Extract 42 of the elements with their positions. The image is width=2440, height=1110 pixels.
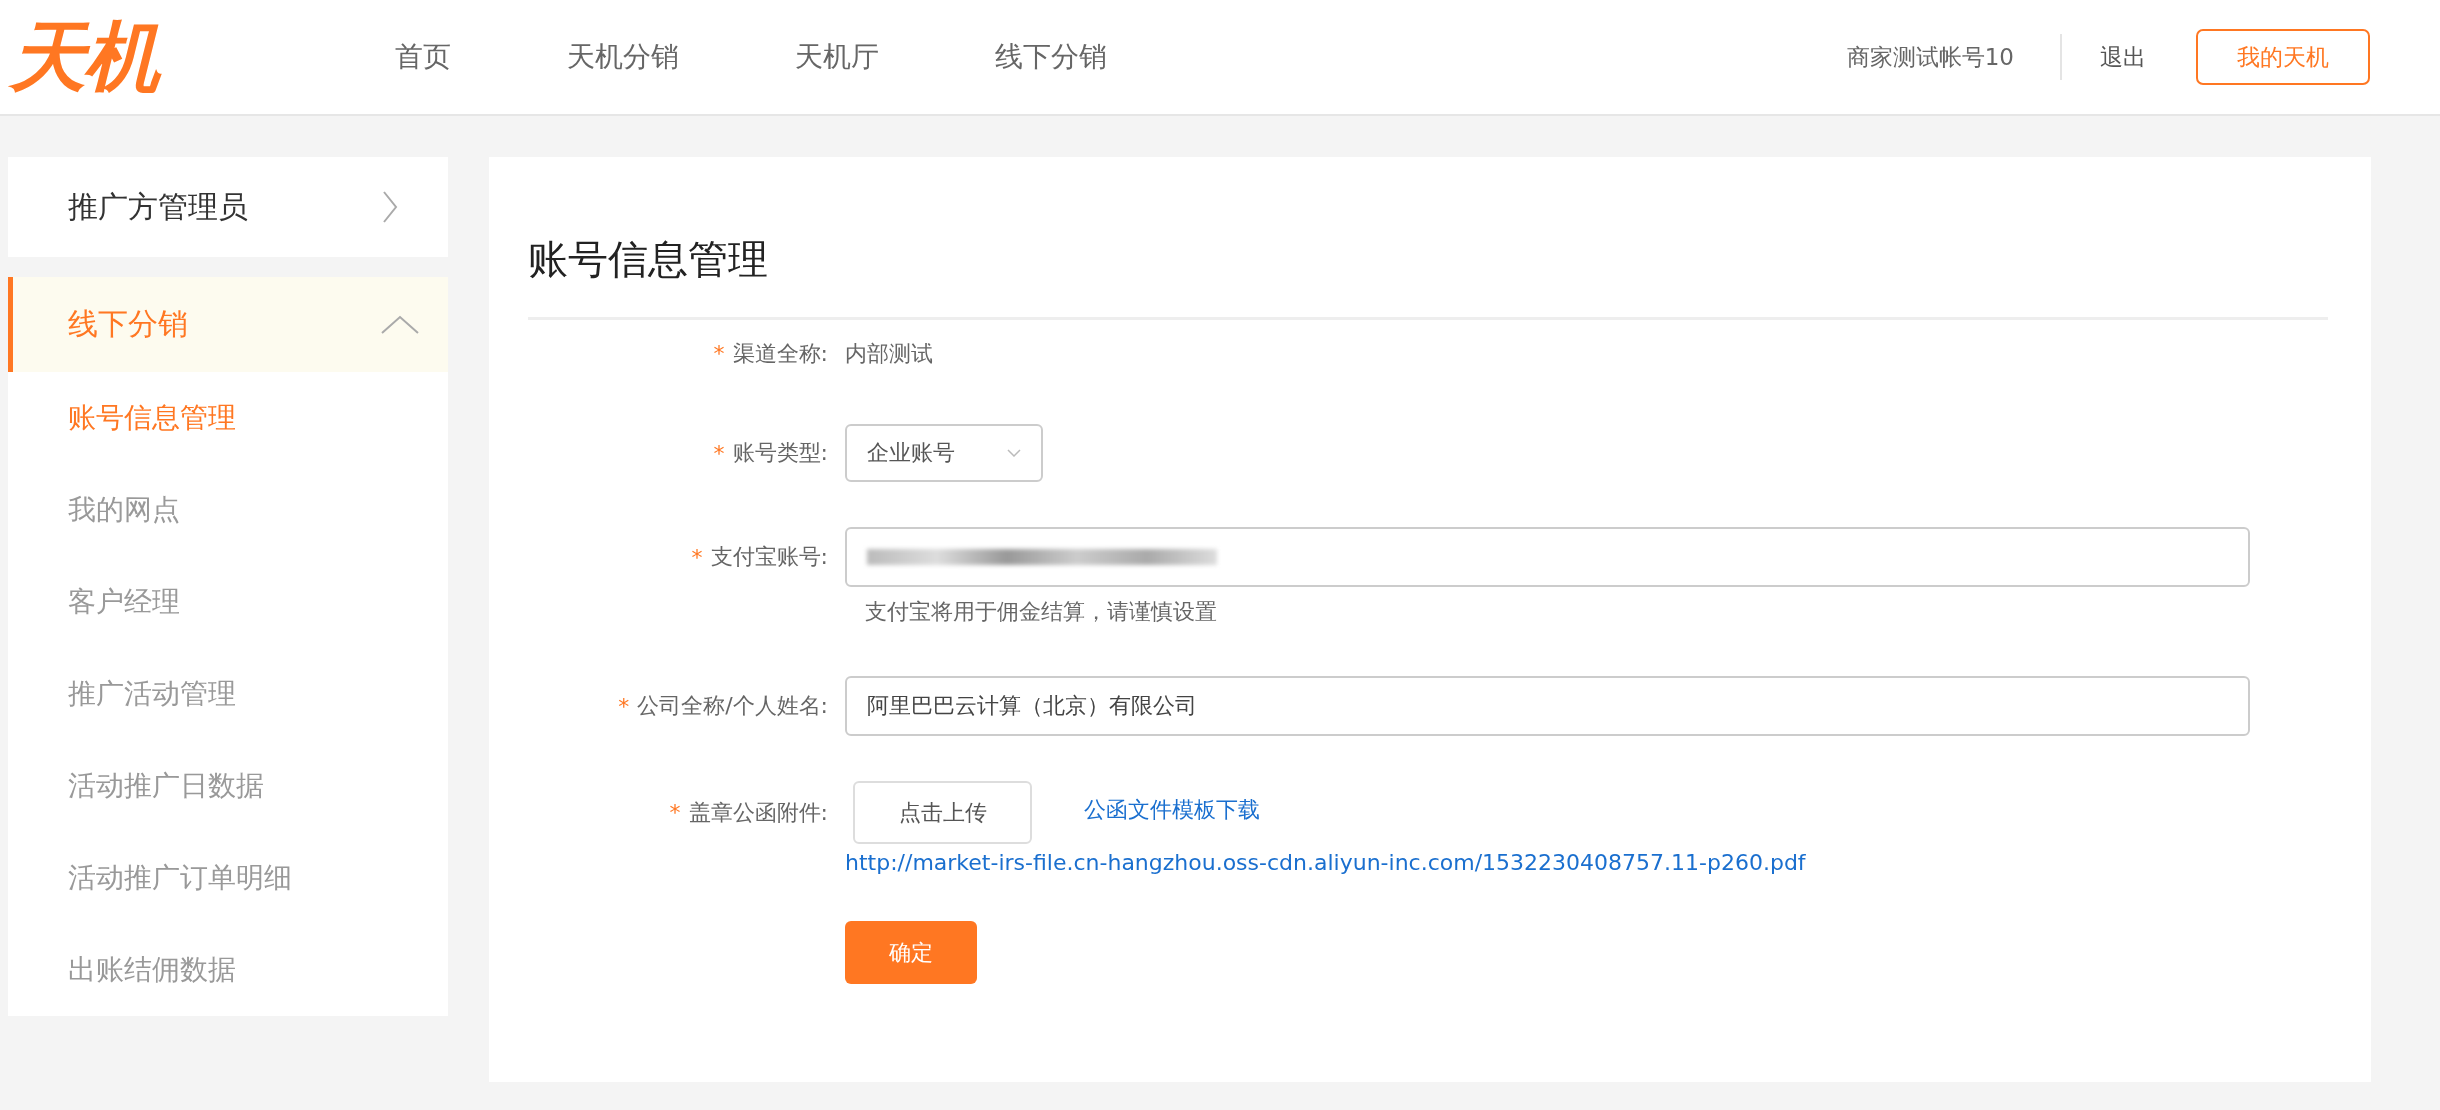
sidebar-group[interactable]: 线下分销 bbox=[8, 277, 448, 372]
required-mark: * bbox=[618, 693, 630, 719]
nav-link[interactable]: 天机分销 bbox=[567, 38, 679, 76]
group-label: 推广方管理员 bbox=[68, 187, 248, 226]
field-hint: 支付宝将用于佣金结算，请谨慎设置 bbox=[864, 598, 1218, 626]
chevron-right-icon bbox=[382, 190, 398, 224]
sidebar-item[interactable]: 活动推广日数据 bbox=[8, 740, 448, 832]
input-field[interactable]: 阿里巴巴云计算（北京）有限公司 bbox=[845, 676, 2250, 736]
confirm-button[interactable]: 确定 bbox=[845, 921, 977, 984]
sidebar-item[interactable]: 推广活动管理 bbox=[8, 648, 448, 740]
field-label: 盖章公函附件: bbox=[688, 798, 828, 827]
field-value: 内部测试 bbox=[845, 340, 933, 368]
sidebar-item[interactable]: 出账结佣数据 bbox=[8, 924, 448, 1016]
required-mark: * bbox=[713, 340, 725, 368]
chevron-up-icon bbox=[380, 314, 420, 335]
template-download-link[interactable]: 公函文件模板下载 bbox=[1084, 794, 1260, 825]
page-title: 账号信息管理 bbox=[528, 235, 769, 283]
sidebar-item[interactable]: 我的网点 bbox=[8, 464, 448, 556]
sidebar-item[interactable]: 客户经理 bbox=[8, 556, 448, 648]
field-label: 支付宝账号: bbox=[710, 543, 828, 571]
group-label: 线下分销 bbox=[68, 305, 188, 343]
required-mark: * bbox=[669, 800, 681, 825]
required-mark: * bbox=[691, 544, 703, 570]
sidebar-group[interactable]: 推广方管理员 bbox=[8, 157, 448, 257]
field-label: 公司全称/个人姓名: bbox=[637, 692, 828, 720]
logout-link[interactable]: 退出 bbox=[2100, 41, 2146, 73]
required-mark: * bbox=[713, 440, 725, 466]
field-label: 账号类型: bbox=[732, 439, 828, 467]
file-link[interactable]: http://market-irs-file.cn-hangzhou.oss-cdn.aliyun-inc.com/1532230408757.11-p260.pdf bbox=[845, 850, 1806, 876]
field-label: 渠道全称: bbox=[732, 340, 828, 368]
account-type-dropdown[interactable]: 企业账号 bbox=[845, 424, 1043, 482]
nav-link[interactable]: 线下分销 bbox=[995, 38, 1107, 76]
my-tianji-button[interactable]: 我的天机 bbox=[2196, 29, 2370, 85]
sidebar-item[interactable]: 活动推广订单明细 bbox=[8, 832, 448, 924]
input-field[interactable] bbox=[845, 527, 2250, 587]
sidebar-item[interactable]: 账号信息管理 bbox=[8, 372, 448, 464]
nav-link[interactable]: 首页 bbox=[395, 38, 451, 76]
caret-icon bbox=[1007, 449, 1021, 457]
upload-button[interactable]: 点击上传 bbox=[853, 781, 1032, 844]
nav-link[interactable]: 天机厅 bbox=[795, 38, 879, 76]
account-name: 商家测试帐号10 bbox=[1846, 42, 2014, 72]
logo[interactable]: 天机 bbox=[10, 19, 200, 95]
